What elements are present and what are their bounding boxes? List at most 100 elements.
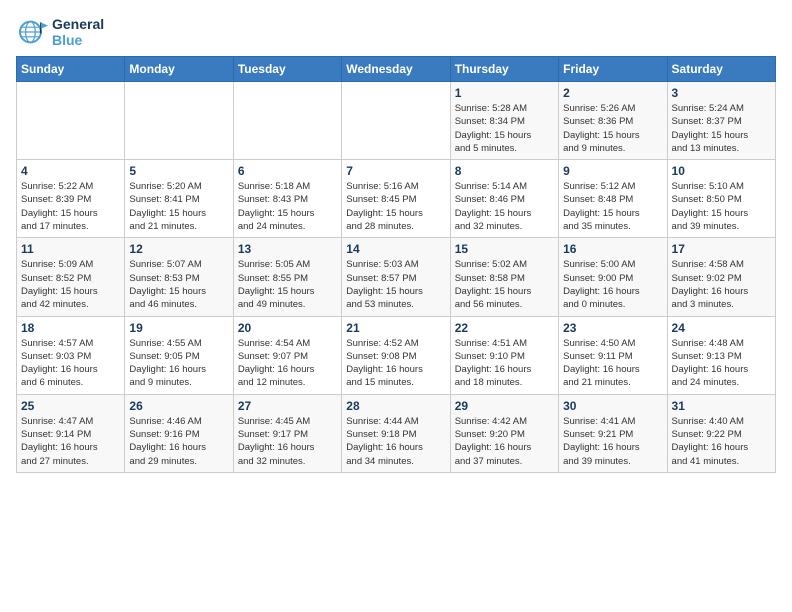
day-number: 11 (21, 242, 120, 256)
day-number: 27 (238, 399, 337, 413)
day-info: Sunrise: 5:20 AMSunset: 8:41 PMDaylight:… (129, 180, 228, 233)
day-info: Sunrise: 5:10 AMSunset: 8:50 PMDaylight:… (672, 180, 771, 233)
day-info: Sunrise: 4:57 AMSunset: 9:03 PMDaylight:… (21, 337, 120, 390)
calendar-cell: 11 Sunrise: 5:09 AMSunset: 8:52 PMDayligh… (17, 238, 125, 316)
day-info: Sunrise: 4:50 AMSunset: 9:11 PMDaylight:… (563, 337, 662, 390)
calendar-cell: 15 Sunrise: 5:02 AMSunset: 8:58 PMDayligh… (450, 238, 558, 316)
calendar-cell: 16 Sunrise: 5:00 AMSunset: 9:00 PMDayligh… (559, 238, 667, 316)
calendar-cell: 28 Sunrise: 4:44 AMSunset: 9:18 PMDayligh… (342, 394, 450, 472)
day-info: Sunrise: 5:02 AMSunset: 8:58 PMDaylight:… (455, 258, 554, 311)
day-info: Sunrise: 5:07 AMSunset: 8:53 PMDaylight:… (129, 258, 228, 311)
day-info: Sunrise: 4:48 AMSunset: 9:13 PMDaylight:… (672, 337, 771, 390)
day-number: 22 (455, 321, 554, 335)
day-info: Sunrise: 4:40 AMSunset: 9:22 PMDaylight:… (672, 415, 771, 468)
weekday-header: Sunday (17, 57, 125, 82)
calendar-cell: 26 Sunrise: 4:46 AMSunset: 9:16 PMDayligh… (125, 394, 233, 472)
calendar-cell: 1 Sunrise: 5:28 AMSunset: 8:34 PMDaylight… (450, 82, 558, 160)
day-info: Sunrise: 5:16 AMSunset: 8:45 PMDaylight:… (346, 180, 445, 233)
weekday-header: Thursday (450, 57, 558, 82)
calendar-cell: 17 Sunrise: 4:58 AMSunset: 9:02 PMDayligh… (667, 238, 775, 316)
day-info: Sunrise: 5:18 AMSunset: 8:43 PMDaylight:… (238, 180, 337, 233)
day-number: 19 (129, 321, 228, 335)
day-number: 20 (238, 321, 337, 335)
day-number: 21 (346, 321, 445, 335)
day-info: Sunrise: 4:55 AMSunset: 9:05 PMDaylight:… (129, 337, 228, 390)
calendar-cell: 29Sunrise: 4:42 AMSunset: 9:20 PMDayligh… (450, 394, 558, 472)
day-info: Sunrise: 4:51 AMSunset: 9:10 PMDaylight:… (455, 337, 554, 390)
calendar-header: SundayMondayTuesdayWednesdayThursdayFrid… (17, 57, 776, 82)
calendar-cell (233, 82, 341, 160)
day-info: Sunrise: 4:46 AMSunset: 9:16 PMDaylight:… (129, 415, 228, 468)
calendar-cell: 8 Sunrise: 5:14 AMSunset: 8:46 PMDaylight… (450, 160, 558, 238)
calendar-cell: 3 Sunrise: 5:24 AMSunset: 8:37 PMDaylight… (667, 82, 775, 160)
day-number: 26 (129, 399, 228, 413)
calendar-cell: 24 Sunrise: 4:48 AMSunset: 9:13 PMDayligh… (667, 316, 775, 394)
day-number: 15 (455, 242, 554, 256)
logo-text: General Blue (52, 16, 104, 48)
day-number: 25 (21, 399, 120, 413)
calendar-cell: 9Sunrise: 5:12 AMSunset: 8:48 PMDaylight… (559, 160, 667, 238)
day-number: 7 (346, 164, 445, 178)
calendar-cell: 27 Sunrise: 4:45 AMSunset: 9:17 PMDayligh… (233, 394, 341, 472)
weekday-header: Friday (559, 57, 667, 82)
day-info: Sunrise: 4:45 AMSunset: 9:17 PMDaylight:… (238, 415, 337, 468)
day-number: 17 (672, 242, 771, 256)
day-info: Sunrise: 5:26 AMSunset: 8:36 PMDaylight:… (563, 102, 662, 155)
calendar-cell (17, 82, 125, 160)
day-number: 18 (21, 321, 120, 335)
day-info: Sunrise: 4:44 AMSunset: 9:18 PMDaylight:… (346, 415, 445, 468)
day-info: Sunrise: 4:54 AMSunset: 9:07 PMDaylight:… (238, 337, 337, 390)
day-number: 3 (672, 86, 771, 100)
day-number: 6 (238, 164, 337, 178)
calendar-cell: 5 Sunrise: 5:20 AMSunset: 8:41 PMDaylight… (125, 160, 233, 238)
calendar-cell (125, 82, 233, 160)
logo: General Blue (16, 16, 104, 48)
day-number: 4 (21, 164, 120, 178)
calendar-cell: 25 Sunrise: 4:47 AMSunset: 9:14 PMDayligh… (17, 394, 125, 472)
calendar-cell: 7 Sunrise: 5:16 AMSunset: 8:45 PMDaylight… (342, 160, 450, 238)
calendar-cell: 2Sunrise: 5:26 AMSunset: 8:36 PMDaylight… (559, 82, 667, 160)
day-number: 23 (563, 321, 662, 335)
day-info: Sunrise: 4:58 AMSunset: 9:02 PMDaylight:… (672, 258, 771, 311)
calendar-cell: 4 Sunrise: 5:22 AMSunset: 8:39 PMDaylight… (17, 160, 125, 238)
calendar-cell: 6 Sunrise: 5:18 AMSunset: 8:43 PMDaylight… (233, 160, 341, 238)
day-number: 10 (672, 164, 771, 178)
day-info: Sunrise: 5:24 AMSunset: 8:37 PMDaylight:… (672, 102, 771, 155)
calendar-cell: 18 Sunrise: 4:57 AMSunset: 9:03 PMDayligh… (17, 316, 125, 394)
day-number: 14 (346, 242, 445, 256)
day-number: 9 (563, 164, 662, 178)
calendar-body: 1 Sunrise: 5:28 AMSunset: 8:34 PMDaylight… (17, 82, 776, 473)
day-number: 28 (346, 399, 445, 413)
weekday-header: Monday (125, 57, 233, 82)
day-number: 31 (672, 399, 771, 413)
day-info: Sunrise: 5:14 AMSunset: 8:46 PMDaylight:… (455, 180, 554, 233)
day-number: 1 (455, 86, 554, 100)
day-number: 13 (238, 242, 337, 256)
calendar-cell: 12Sunrise: 5:07 AMSunset: 8:53 PMDayligh… (125, 238, 233, 316)
calendar-cell: 21 Sunrise: 4:52 AMSunset: 9:08 PMDayligh… (342, 316, 450, 394)
calendar-cell: 31 Sunrise: 4:40 AMSunset: 9:22 PMDayligh… (667, 394, 775, 472)
day-number: 8 (455, 164, 554, 178)
day-info: Sunrise: 5:00 AMSunset: 9:00 PMDaylight:… (563, 258, 662, 311)
day-info: Sunrise: 4:41 AMSunset: 9:21 PMDaylight:… (563, 415, 662, 468)
day-number: 24 (672, 321, 771, 335)
weekday-header: Wednesday (342, 57, 450, 82)
day-info: Sunrise: 4:47 AMSunset: 9:14 PMDaylight:… (21, 415, 120, 468)
day-info: Sunrise: 5:22 AMSunset: 8:39 PMDaylight:… (21, 180, 120, 233)
calendar-cell: 23 Sunrise: 4:50 AMSunset: 9:11 PMDayligh… (559, 316, 667, 394)
day-info: Sunrise: 4:52 AMSunset: 9:08 PMDaylight:… (346, 337, 445, 390)
day-info: Sunrise: 5:09 AMSunset: 8:52 PMDaylight:… (21, 258, 120, 311)
calendar-cell: 20 Sunrise: 4:54 AMSunset: 9:07 PMDayligh… (233, 316, 341, 394)
calendar-table: SundayMondayTuesdayWednesdayThursdayFrid… (16, 56, 776, 473)
day-number: 16 (563, 242, 662, 256)
day-info: Sunrise: 5:28 AMSunset: 8:34 PMDaylight:… (455, 102, 554, 155)
weekday-header: Tuesday (233, 57, 341, 82)
day-info: Sunrise: 5:05 AMSunset: 8:55 PMDaylight:… (238, 258, 337, 311)
day-number: 5 (129, 164, 228, 178)
calendar-cell: 30Sunrise: 4:41 AMSunset: 9:21 PMDayligh… (559, 394, 667, 472)
calendar-cell (342, 82, 450, 160)
day-number: 29 (455, 399, 554, 413)
calendar-cell: 13 Sunrise: 5:05 AMSunset: 8:55 PMDayligh… (233, 238, 341, 316)
calendar-cell: 19 Sunrise: 4:55 AMSunset: 9:05 PMDayligh… (125, 316, 233, 394)
calendar-cell: 22 Sunrise: 4:51 AMSunset: 9:10 PMDayligh… (450, 316, 558, 394)
